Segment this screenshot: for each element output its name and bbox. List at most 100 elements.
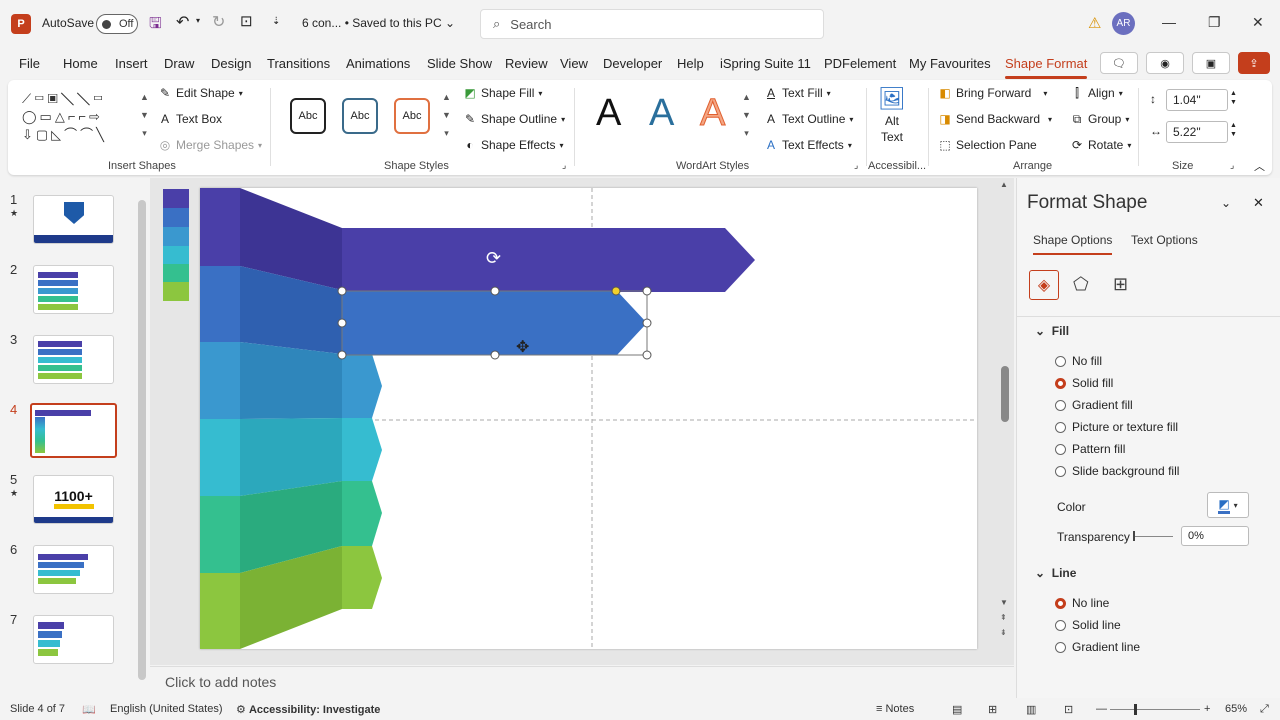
- wordart-orange[interactable]: A: [699, 92, 725, 135]
- selection-pane-button[interactable]: ⬚ Selection Pane: [938, 138, 1036, 152]
- width-field[interactable]: 5.22": [1166, 121, 1228, 143]
- customize-qat-icon[interactable]: ⇣: [272, 16, 280, 27]
- tab-pdfelement[interactable]: PDFelement: [824, 56, 896, 71]
- group-button[interactable]: ⧉ Group ▾: [1070, 112, 1130, 126]
- tab-text-options[interactable]: Text Options: [1131, 233, 1198, 247]
- present-icon[interactable]: ⊡: [240, 12, 253, 30]
- tab-my-favourites[interactable]: My Favourites: [909, 56, 991, 71]
- transparency-slider[interactable]: [1133, 536, 1173, 537]
- style-abc-1[interactable]: Abc: [290, 98, 326, 134]
- slide-thumb-1[interactable]: [33, 195, 114, 244]
- tab-draw[interactable]: Draw: [164, 56, 194, 71]
- bring-forward-button[interactable]: ◧ Bring Forward ▾: [938, 86, 1047, 100]
- tab-shape-options[interactable]: Shape Options: [1033, 233, 1113, 255]
- thumbnail-scrollbar[interactable]: [138, 188, 146, 693]
- accessibility-status[interactable]: ⚙ Accessibility: Investigate: [236, 703, 380, 716]
- tab-help[interactable]: Help: [677, 56, 704, 71]
- tab-shape-format[interactable]: Shape Format: [1005, 56, 1088, 79]
- dialog-launcher-icon[interactable]: ⌟: [854, 160, 858, 171]
- file-title[interactable]: 6 con... • Saved to this PC ⌄: [302, 16, 455, 30]
- tab-slide-show[interactable]: Slide Show: [427, 56, 492, 71]
- rotate-button[interactable]: ⟳ Rotate ▾: [1070, 138, 1131, 152]
- save-icon[interactable]: 🖫: [149, 13, 162, 38]
- slide[interactable]: ⟳ ✥: [200, 188, 977, 649]
- radio-solid-fill[interactable]: Solid fill: [1055, 376, 1113, 390]
- redo-icon[interactable]: ↻: [212, 12, 225, 32]
- alt-text-button[interactable]: 🖼 Alt Text: [878, 86, 906, 144]
- minimize-icon[interactable]: —: [1162, 14, 1176, 30]
- tab-animations[interactable]: Animations: [346, 56, 410, 71]
- radio-gradient-fill[interactable]: Gradient fill: [1055, 398, 1133, 412]
- tab-view[interactable]: View: [560, 56, 588, 71]
- tab-developer[interactable]: Developer: [603, 56, 662, 71]
- style-abc-3[interactable]: Abc: [394, 98, 430, 134]
- next-slide-icon[interactable]: ⇟: [1000, 628, 1007, 637]
- spellcheck-icon[interactable]: 📖: [82, 703, 96, 716]
- prev-slide-icon[interactable]: ⇞: [1000, 613, 1007, 622]
- effects-icon[interactable]: ⬠: [1073, 274, 1089, 295]
- warning-icon[interactable]: ⚠: [1088, 14, 1101, 32]
- radio-no-fill[interactable]: No fill: [1055, 354, 1102, 368]
- pane-options-icon[interactable]: ⌄: [1221, 196, 1231, 210]
- slide-thumb-5[interactable]: 1100+: [33, 475, 114, 524]
- shapes-gallery[interactable]: ⟋▭▣╲╲▭ ◯▭△⌐⌐⇨ ⇩▢◺⌒⌒╲: [22, 90, 140, 152]
- reading-view-icon[interactable]: ▥: [1026, 703, 1036, 716]
- radio-solid-line[interactable]: Solid line: [1055, 618, 1121, 632]
- radio-picture-fill[interactable]: Picture or texture fill: [1055, 420, 1178, 434]
- undo-icon[interactable]: ↶: [176, 12, 189, 32]
- tab-home[interactable]: Home: [63, 56, 98, 71]
- zoom-in-icon[interactable]: +: [1204, 703, 1210, 715]
- style-abc-2[interactable]: Abc: [342, 98, 378, 134]
- text-fill-button[interactable]: A Text Fill ▾: [764, 86, 831, 100]
- zoom-slider-thumb[interactable]: [1134, 704, 1137, 715]
- share-icon[interactable]: ⇪: [1238, 52, 1270, 74]
- fill-section-header[interactable]: ⌄ Fill: [1035, 324, 1069, 338]
- wordart-black[interactable]: A: [596, 92, 621, 135]
- fit-slide-icon[interactable]: ⤢: [1260, 703, 1269, 716]
- shape-outline-button[interactable]: ✎ Shape Outline ▾: [463, 112, 565, 126]
- send-backward-button[interactable]: ◨ Send Backward ▾: [938, 112, 1052, 126]
- slide-thumb-7[interactable]: [33, 615, 114, 664]
- language-status[interactable]: English (United States): [110, 703, 223, 715]
- avatar[interactable]: AR: [1112, 12, 1135, 35]
- notes-area[interactable]: Click to add notes: [150, 666, 1014, 696]
- dialog-launcher-icon[interactable]: ⌟: [562, 160, 566, 171]
- tab-ispring[interactable]: iSpring Suite 11: [720, 56, 811, 71]
- slideshow-icon[interactable]: ⊡: [1064, 703, 1073, 716]
- align-button[interactable]: ⫿ Align ▾: [1070, 86, 1123, 100]
- height-field[interactable]: 1.04": [1166, 89, 1228, 111]
- teams-icon[interactable]: ▣: [1192, 52, 1230, 74]
- radio-gradient-line[interactable]: Gradient line: [1055, 640, 1140, 654]
- pane-close-icon[interactable]: ✕: [1253, 195, 1264, 211]
- text-effects-button[interactable]: A Text Effects ▾: [764, 138, 852, 152]
- zoom-out-icon[interactable]: —: [1096, 703, 1107, 715]
- slide-thumb-3[interactable]: [33, 335, 114, 384]
- text-outline-button[interactable]: A Text Outline ▾: [764, 112, 853, 126]
- radio-pattern-fill[interactable]: Pattern fill: [1055, 442, 1125, 456]
- notes-button[interactable]: ≡ Notes: [876, 703, 914, 715]
- width-spinner[interactable]: ▲ ▼: [1230, 122, 1237, 138]
- size-properties-icon[interactable]: ⊞: [1113, 274, 1128, 295]
- canvas-scrollbar-thumb[interactable]: [1001, 366, 1009, 422]
- record-icon[interactable]: ◉: [1146, 52, 1184, 74]
- search-box[interactable]: ⌕ Search: [480, 9, 824, 39]
- text-box-button[interactable]: A Text Box: [158, 112, 222, 126]
- line-section-header[interactable]: ⌄ Line: [1035, 566, 1076, 580]
- undo-dropdown-icon[interactable]: ▾: [196, 16, 200, 25]
- slide-thumb-4[interactable]: [30, 403, 117, 458]
- close-icon[interactable]: ✕: [1252, 14, 1264, 31]
- slider-thumb[interactable]: [1133, 531, 1135, 541]
- tab-insert[interactable]: Insert: [115, 56, 148, 71]
- radio-slide-bg-fill[interactable]: Slide background fill: [1055, 464, 1179, 478]
- styles-scroll[interactable]: ▲ ▼ ▾: [442, 92, 451, 139]
- restore-icon[interactable]: ❐: [1208, 14, 1221, 31]
- shape-effects-button[interactable]: ◐ Shape Effects ▾: [463, 138, 563, 152]
- tab-file[interactable]: File: [19, 56, 40, 71]
- normal-view-icon[interactable]: ▤: [952, 703, 962, 716]
- wordart-blue[interactable]: A: [649, 92, 674, 135]
- tab-review[interactable]: Review: [505, 56, 548, 71]
- transparency-field[interactable]: 0%: [1181, 526, 1249, 546]
- autosave-toggle[interactable]: Off: [96, 14, 138, 34]
- zoom-slider[interactable]: [1110, 709, 1200, 710]
- tab-design[interactable]: Design: [211, 56, 251, 71]
